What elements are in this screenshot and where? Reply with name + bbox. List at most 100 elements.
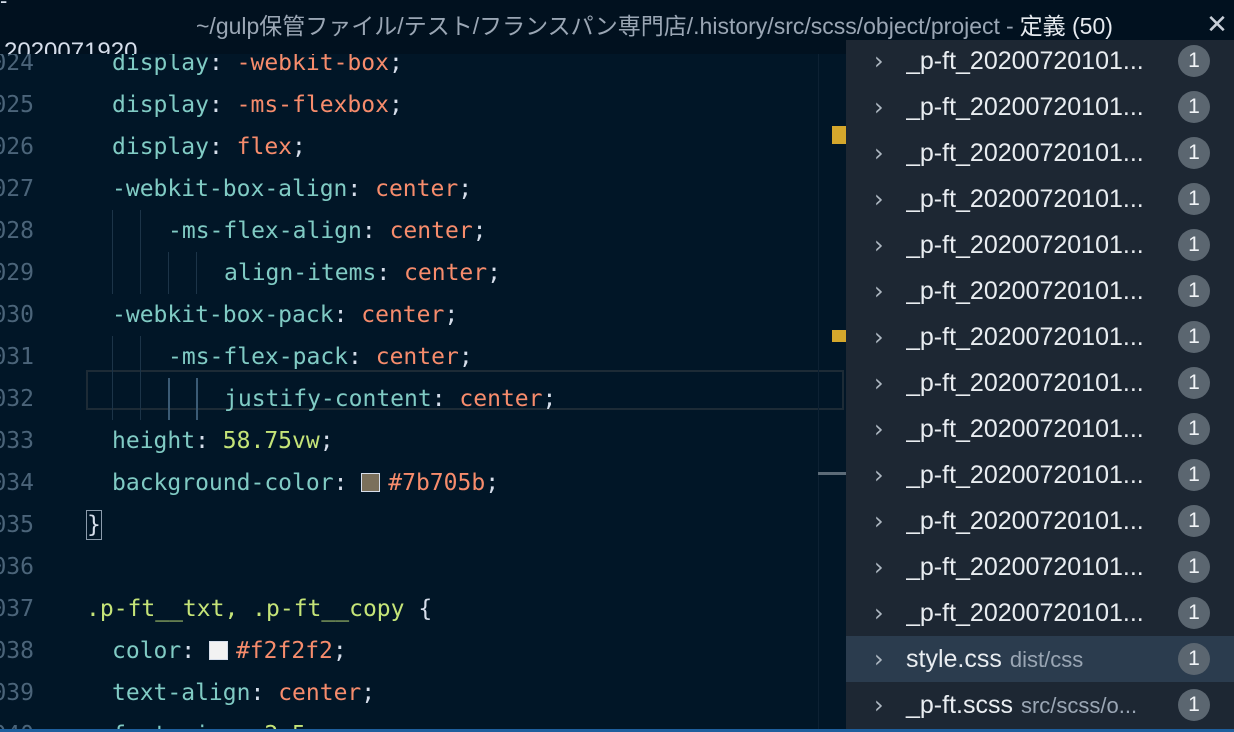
reference-file-item[interactable]: › _p-ft_20200720101... 1 xyxy=(846,590,1234,636)
code-line[interactable]: 035} xyxy=(0,504,846,546)
code-line[interactable]: 037 .p-ft__txt, .p-ft__copy { xyxy=(0,588,846,630)
file-name-text: _p-ft_20200720101... xyxy=(906,461,1144,489)
code-text: -webkit-box-pack: center; xyxy=(112,302,459,328)
line-number: 034 xyxy=(0,470,34,496)
chevron-right-icon[interactable]: › xyxy=(874,360,894,406)
code-line[interactable]: 033 height: 58.75vw; xyxy=(0,420,846,462)
chevron-right-icon[interactable]: › xyxy=(874,268,894,314)
color-swatch[interactable] xyxy=(361,473,381,492)
reference-file-name: _p-ft_20200720101... xyxy=(906,406,1162,452)
reference-file-name: _p-ft_20200720101... xyxy=(906,590,1162,636)
chevron-right-icon[interactable]: › xyxy=(874,222,894,268)
chevron-right-icon[interactable]: › xyxy=(874,40,894,84)
close-icon[interactable]: ✕ xyxy=(1203,10,1231,40)
chevron-right-icon[interactable]: › xyxy=(874,590,894,636)
code-line[interactable]: 027 -webkit-box-align: center; xyxy=(0,168,846,210)
code-line[interactable]: 034 background-color: #7b705b; xyxy=(0,462,846,504)
reference-file-item[interactable]: › _p-ft_20200720101... 1 xyxy=(846,544,1234,590)
reference-file-item[interactable]: › _p-ft_20200720101... 1 xyxy=(846,406,1234,452)
line-number: 026 xyxy=(0,134,34,160)
file-name-text: _p-ft_20200720101... xyxy=(906,277,1144,305)
file-name-text: _p-ft_20200720101... xyxy=(906,231,1144,259)
code-text: display: -webkit-box; xyxy=(112,54,403,84)
code-text: color: #f2f2f2; xyxy=(112,638,347,664)
css-value: -webkit-box xyxy=(236,54,389,76)
reference-file-item[interactable]: › style.css dist/css 1 xyxy=(846,636,1234,682)
code-text: display: flex; xyxy=(112,134,306,160)
code-line[interactable]: 031 -ms-flex-pack: center; xyxy=(0,336,846,378)
ruler-marker xyxy=(832,126,846,144)
line-number: 036 xyxy=(0,554,34,580)
line-number: 033 xyxy=(0,428,34,454)
code-line[interactable]: 039 text-align: center; xyxy=(0,672,846,714)
file-name-text: _p-ft_20200720101... xyxy=(906,93,1144,121)
css-value: flex xyxy=(236,134,293,160)
reference-file-item[interactable]: › _p-ft_20200720101... 1 xyxy=(846,360,1234,406)
chevron-right-icon[interactable]: › xyxy=(874,682,894,728)
file-name-text: _p-ft_20200720101... xyxy=(906,369,1144,397)
css-value: center xyxy=(459,386,543,412)
code-line[interactable]: 030 -webkit-box-pack: center; xyxy=(0,294,846,336)
css-property: display xyxy=(112,54,209,76)
chevron-right-icon[interactable]: › xyxy=(874,498,894,544)
reference-file-path: src/scss/o... xyxy=(1020,693,1138,718)
peek-path: ~/gulp保管ファイル/テスト/フランスパン専門店/.history/src/… xyxy=(196,13,1000,39)
file-name-text: _p-ft_20200720101... xyxy=(906,47,1144,75)
code-line[interactable]: 040 font-size: 2.5vw; xyxy=(0,714,846,730)
reference-file-path: dist/css xyxy=(1009,647,1084,672)
chevron-right-icon[interactable]: › xyxy=(874,636,894,682)
reference-file-item[interactable]: › _p-ft.scss src/scss/o... 1 xyxy=(846,682,1234,728)
code-line[interactable]: 025 display: -ms-flexbox; xyxy=(0,84,846,126)
indent-guide xyxy=(140,210,141,252)
reference-count-badge: 1 xyxy=(1178,643,1210,675)
code-editor[interactable]: 024 display: -webkit-box; 025 display: -ms-… xyxy=(0,54,846,730)
reference-file-item[interactable]: › _p-ft_20200720101... 1 xyxy=(846,84,1234,130)
chevron-right-icon[interactable]: › xyxy=(874,176,894,222)
chevron-right-icon[interactable]: › xyxy=(874,130,894,176)
color-swatch[interactable] xyxy=(208,641,228,660)
code-line[interactable]: 029 align-items: center; xyxy=(0,252,846,294)
line-number: 027 xyxy=(0,176,34,202)
code-line[interactable]: 032 justify-content: center; xyxy=(0,378,846,420)
reference-file-item[interactable]: › _p-ft_20200720101... 1 xyxy=(846,314,1234,360)
reference-file-item[interactable]: › _p-ft_20200720101... 1 xyxy=(846,222,1234,268)
css-value: center xyxy=(361,302,445,328)
reference-count-badge: 1 xyxy=(1178,551,1210,583)
code-text: justify-content: center; xyxy=(224,386,557,412)
reference-file-name: style.css dist/css xyxy=(906,636,1083,683)
chevron-right-icon[interactable]: › xyxy=(874,452,894,498)
code-text: text-align: center; xyxy=(112,680,376,706)
reference-count-badge: 1 xyxy=(1178,137,1210,169)
reference-file-name: _p-ft_20200720101... xyxy=(906,452,1162,498)
reference-file-item[interactable]: › _p-ft_20200720101... 1 xyxy=(846,268,1234,314)
overview-ruler[interactable] xyxy=(818,54,819,730)
reference-file-name: _p-ft_20200720101... xyxy=(906,84,1162,130)
reference-file-item[interactable]: › _p-ft_20200720101... 1 xyxy=(846,130,1234,176)
indent-guide xyxy=(112,336,113,378)
code-text: -webkit-box-align: center; xyxy=(112,176,473,202)
code-line[interactable]: 024 display: -webkit-box; xyxy=(0,54,846,84)
reference-file-item[interactable]: › _p-ft_20200720101... 1 xyxy=(846,40,1234,84)
css-value: #f2f2f2 xyxy=(235,638,333,664)
code-line[interactable]: 036 xyxy=(0,546,846,588)
reference-file-item[interactable]: › _p-ft_20200720101... 1 xyxy=(846,498,1234,544)
chevron-right-icon[interactable]: › xyxy=(874,314,894,360)
file-tab-label[interactable]: 2020071920 xyxy=(4,38,137,54)
code-line[interactable]: 028 -ms-flex-align: center; xyxy=(0,210,846,252)
chevron-right-icon[interactable]: › xyxy=(874,84,894,130)
indent-guide xyxy=(196,378,198,420)
reference-file-item[interactable]: › _p-ft_20200720101... 1 xyxy=(846,452,1234,498)
line-number: 035 xyxy=(0,512,34,538)
reference-file-item[interactable]: › _p-ft_20200720101... 1 xyxy=(846,176,1234,222)
code-line[interactable]: 038 color: #f2f2f2; xyxy=(0,630,846,672)
references-panel: › _p-ft_20200720101... 1 › _p-ft_20200720101… xyxy=(846,40,1234,732)
code-line[interactable]: 026 display: flex; xyxy=(0,126,846,168)
chevron-right-icon[interactable]: › xyxy=(874,544,894,590)
code-text: height: 58.75vw; xyxy=(112,428,334,454)
indent-guide xyxy=(140,336,141,378)
reference-count-badge: 1 xyxy=(1178,597,1210,629)
css-selector: .p-ft__txt, .p-ft__copy xyxy=(86,596,405,622)
line-number: 038 xyxy=(0,638,34,664)
chevron-right-icon[interactable]: › xyxy=(874,406,894,452)
css-property: display xyxy=(112,92,209,118)
